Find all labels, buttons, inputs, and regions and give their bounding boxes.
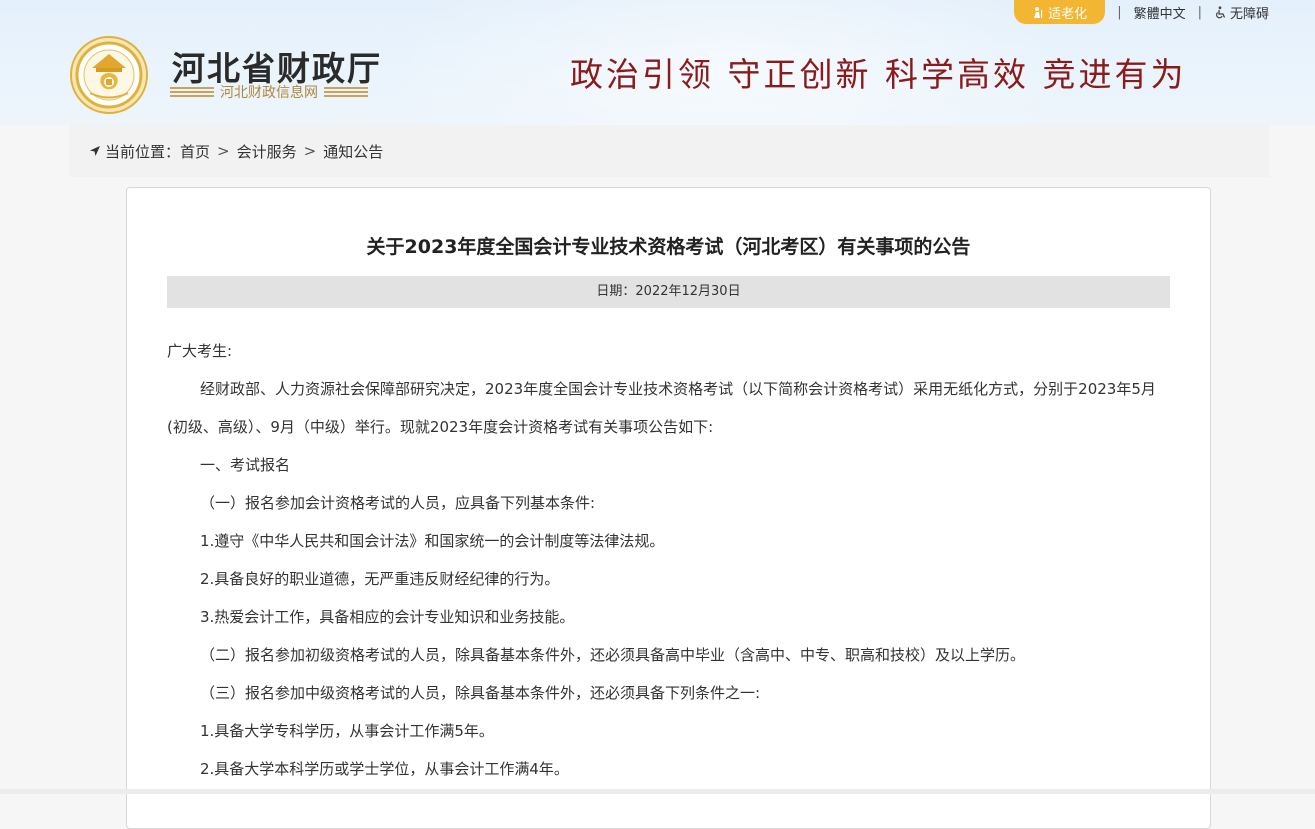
breadcrumb-separator: > bbox=[217, 142, 230, 160]
finance-emblem-logo[interactable] bbox=[70, 36, 148, 114]
breadcrumb-home[interactable]: 首页 bbox=[180, 141, 210, 162]
paragraph: （二）报名参加初级资格考试的人员，除具备基本条件外，还必须具备高中毕业（含高中、… bbox=[200, 646, 1026, 664]
browser-status-bar bbox=[0, 789, 1315, 794]
breadcrumb-prefix: 当前位置： bbox=[105, 142, 181, 161]
elder-mode-label: 适老化 bbox=[1048, 6, 1088, 22]
location-arrow-icon bbox=[89, 145, 101, 157]
elder-mode-button[interactable]: 适老化 bbox=[1014, 0, 1106, 24]
paragraph: 2.具备大学本科学历或学士学位，从事会计工作满4年。 bbox=[200, 760, 569, 778]
paragraph: 广大考生: bbox=[167, 342, 233, 360]
divider bbox=[170, 87, 214, 97]
wheelchair-icon bbox=[1215, 5, 1226, 18]
paragraph: 经财政部、人力资源社会保障部研究决定，2023年度全国会计专业技术资格考试（以下… bbox=[167, 380, 1156, 436]
article-container: 关于2023年度全国会计专业技术资格考试（河北考区）有关事项的公告 日期：202… bbox=[126, 187, 1211, 829]
top-toolbar: 适老化 | 繁體中文 | 无障碍 bbox=[1014, 0, 1269, 24]
paragraph: 1.具备大学专科学历，从事会计工作满5年。 bbox=[200, 722, 494, 740]
paragraph: 2.具备良好的职业道德，无严重违反财经纪律的行为。 bbox=[200, 570, 560, 588]
site-header: 河北省财政厅 河北财政信息网 政治引领 守正创新 科学高效 竞进有为 适老化 |… bbox=[0, 0, 1315, 125]
site-subtitle-text: 河北财政信息网 bbox=[220, 85, 318, 101]
site-subtitle: 河北财政信息网 bbox=[170, 83, 368, 101]
article-body: 广大考生: 经财政部、人力资源社会保障部研究决定，2023年度全国会计专业技术资… bbox=[167, 332, 1172, 788]
paragraph: （一）报名参加会计资格考试的人员，应具备下列基本条件: bbox=[200, 494, 596, 512]
breadcrumb: 当前位置： 首页 > 会计服务 > 通知公告 bbox=[69, 125, 1269, 177]
traditional-chinese-link[interactable]: 繁體中文 bbox=[1134, 3, 1186, 22]
divider bbox=[324, 87, 368, 97]
article-date: 日期：2022年12月30日 bbox=[167, 276, 1170, 308]
divider: | bbox=[1117, 4, 1122, 20]
breadcrumb-notices[interactable]: 通知公告 bbox=[323, 141, 383, 162]
paragraph: （三）报名参加中级资格考试的人员，除具备基本条件外，还必须具备下列条件之一: bbox=[200, 684, 761, 702]
paragraph: 3.热爱会计工作，具备相应的会计专业知识和业务技能。 bbox=[200, 608, 575, 626]
paragraph: 1.遵守《中华人民共和国会计法》和国家统一的会计制度等法律法规。 bbox=[200, 532, 665, 550]
elder-icon bbox=[1034, 7, 1043, 18]
accessibility-link[interactable]: 无障碍 bbox=[1214, 3, 1269, 22]
breadcrumb-accounting-service[interactable]: 会计服务 bbox=[237, 141, 297, 162]
accessibility-label: 无障碍 bbox=[1229, 6, 1269, 22]
breadcrumb-separator: > bbox=[303, 142, 317, 160]
paragraph: 一、考试报名 bbox=[200, 456, 291, 474]
article-title: 关于2023年度全国会计专业技术资格考试（河北考区）有关事项的公告 bbox=[366, 236, 971, 258]
slogan: 政治引领 守正创新 科学高效 竞进有为 bbox=[570, 55, 1187, 94]
divider: | bbox=[1197, 4, 1202, 20]
